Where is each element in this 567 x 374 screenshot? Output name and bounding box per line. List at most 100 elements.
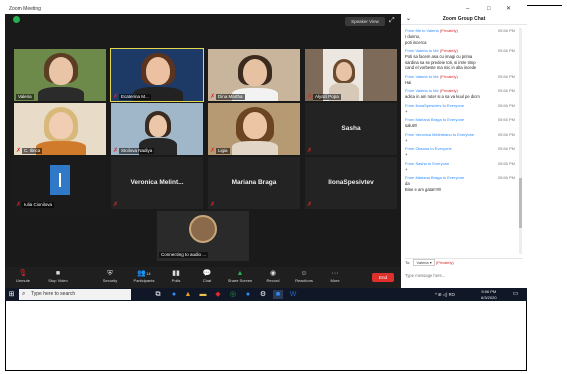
zoom-taskbar-icon[interactable]: ■ bbox=[273, 290, 283, 299]
polls-button[interactable]: ▮▮ Polls bbox=[159, 269, 193, 286]
muted-mic-icon: ✗ bbox=[113, 148, 119, 154]
video-tile[interactable]: ✗ Iulia Cionilova bbox=[14, 157, 106, 209]
participant-display-name: Veronica Melint... bbox=[130, 179, 184, 186]
muted-mic-icon: ✗ bbox=[16, 202, 22, 208]
chat-sender: From Mariana Braga to Everyone bbox=[405, 175, 465, 180]
chat-timestamp: 05:56 PM bbox=[497, 175, 515, 180]
chrome-icon[interactable]: ◎ bbox=[228, 290, 238, 299]
edge-icon[interactable]: ● bbox=[169, 290, 179, 299]
video-tile-no-video[interactable]: Veronica Melint... ✗ bbox=[111, 157, 203, 209]
fullscreen-icon[interactable]: ⤢ bbox=[389, 17, 397, 25]
security-button[interactable]: ⛨ Security bbox=[93, 269, 127, 286]
muted-mic-icon: ✗ bbox=[307, 94, 313, 100]
chat-message: From Me to Valeria (Privately) 05:56 PM I … bbox=[405, 28, 515, 45]
avatar bbox=[50, 165, 70, 195]
chat-panel: ⌄ Zoom Group Chat From Me to Valeria (Pr… bbox=[401, 14, 527, 288]
maximize-button[interactable]: □ bbox=[487, 5, 491, 14]
recipient-select[interactable]: Valeria ▾ bbox=[413, 259, 435, 266]
chat-message-header: From Mariana Braga to Everyone 05:56 PM bbox=[405, 117, 515, 123]
muted-mic-icon: ✗ bbox=[210, 148, 216, 154]
chat-timestamp: 05:56 PM bbox=[497, 146, 515, 151]
muted-mic-icon: ✗ bbox=[113, 202, 119, 208]
video-tile[interactable]: ✗ Ligia bbox=[208, 103, 300, 155]
participant-name: Ligia bbox=[216, 148, 230, 154]
person-face bbox=[243, 112, 267, 139]
chat-message-text: da Bine e am gata!!!!!!! bbox=[405, 181, 442, 192]
more-button[interactable]: ··· More bbox=[318, 269, 352, 286]
video-camera-icon: ■ bbox=[55, 270, 61, 277]
muted-mic-icon: ✗ bbox=[307, 148, 313, 154]
word-icon[interactable]: W bbox=[288, 290, 298, 299]
recipient-row: To: Valeria ▾ (Privately) bbox=[405, 258, 523, 266]
chat-message-text: I dunno, poti incerca bbox=[405, 34, 427, 45]
chat-timestamp: 05:56 PM bbox=[497, 48, 515, 53]
person-shirt bbox=[232, 141, 278, 155]
scrollbar-thumb[interactable] bbox=[519, 178, 522, 228]
video-tile-connecting[interactable]: Connecting to audio ... bbox=[157, 211, 249, 261]
video-tile-no-video[interactable]: IlonaSpesivtev ✗ bbox=[305, 157, 397, 209]
profile-picture bbox=[189, 215, 217, 243]
video-tile-no-video[interactable]: Mariana Braga ✗ bbox=[208, 157, 300, 209]
muted-mic-icon: ✗ bbox=[210, 94, 216, 100]
video-tile-no-video[interactable]: Sasha ✗ bbox=[305, 103, 397, 155]
chat-message-text: Poti sa facem asa cu imagi cu prima sard… bbox=[405, 54, 477, 70]
chat-privacy-tag: (Privately) bbox=[439, 88, 458, 93]
chat-sender: From Sasha to Everyone bbox=[405, 160, 450, 166]
participants-button[interactable]: 👥14 Participants bbox=[127, 269, 161, 286]
video-tile-active-speaker[interactable]: ✗ Ecaterina M... bbox=[110, 48, 204, 102]
chat-button[interactable]: 💬 Chat bbox=[190, 269, 224, 286]
window-title: Zoom Meeting bbox=[9, 6, 41, 12]
chat-timestamp: 05:56 PM bbox=[497, 28, 515, 33]
record-button[interactable]: ◉ Record bbox=[256, 269, 290, 286]
close-button[interactable]: ✕ bbox=[506, 5, 511, 14]
chat-messages: From Me to Valeria (Privately) 05:56 PM I … bbox=[405, 28, 515, 254]
chat-scrollbar[interactable] bbox=[519, 28, 522, 254]
polls-icon: ▮▮ bbox=[172, 270, 180, 277]
chat-timestamp: 05:56 PM bbox=[497, 117, 515, 122]
video-tile[interactable]: ✗ Stoilova Nadiya bbox=[111, 103, 203, 155]
outer-border-line bbox=[522, 5, 562, 6]
video-tile[interactable]: ✗ Alyazi Popa bbox=[305, 49, 397, 101]
title-bar: Zoom Meeting – □ ✕ bbox=[5, 5, 527, 14]
file-explorer-icon[interactable]: ▬ bbox=[198, 290, 208, 299]
app-icon[interactable]: ◆ bbox=[213, 290, 223, 299]
person-face bbox=[149, 115, 167, 137]
end-meeting-button[interactable]: End bbox=[372, 273, 394, 282]
taskbar-search-box[interactable]: ⌕ Type here to search bbox=[19, 289, 131, 300]
windows-start-icon[interactable]: ⊞ bbox=[7, 290, 16, 299]
chat-message-text: + bbox=[405, 137, 408, 143]
chat-message: From Valeria to Me (Privately) 05:56 PM Ha… bbox=[405, 74, 515, 86]
unmute-button[interactable]: 🎙 Unmute bbox=[6, 269, 40, 286]
participant-display-name: Mariana Braga bbox=[231, 179, 277, 186]
minimize-button[interactable]: – bbox=[466, 5, 469, 14]
speaker-view-button[interactable]: Speaker View bbox=[345, 17, 385, 26]
video-tile[interactable]: ✗ C. Ilinca bbox=[14, 103, 106, 155]
person-face bbox=[49, 57, 73, 85]
task-view-icon[interactable]: ⧉ bbox=[153, 290, 163, 299]
chat-message: From Oksana to Everyone 05:56 PM + bbox=[405, 146, 515, 158]
stop-video-button[interactable]: ■ Stop Video bbox=[41, 269, 75, 286]
chat-message: From Veronica Melinteanu to Everyone 05:5… bbox=[405, 132, 515, 144]
participant-name: Alyazi Popa bbox=[313, 94, 341, 100]
person-shirt bbox=[38, 87, 84, 101]
notification-icon[interactable]: ▭ bbox=[511, 290, 520, 299]
app-icon[interactable]: ● bbox=[243, 290, 253, 299]
video-tile[interactable]: Valeria bbox=[14, 49, 106, 101]
chat-message-header: From Mariana Braga to Everyone 05:56 PM bbox=[405, 175, 515, 181]
chat-message-input[interactable] bbox=[405, 268, 523, 282]
chat-message-header: From IlonaSpesivtev to Everyone 05:56 PM bbox=[405, 103, 515, 109]
settings-icon[interactable]: ⚙ bbox=[258, 290, 268, 299]
participant-name: Iulia Cionilova bbox=[22, 202, 55, 208]
vlc-icon[interactable]: ▲ bbox=[183, 290, 193, 299]
chevron-down-icon[interactable]: ⌄ bbox=[406, 14, 411, 25]
system-tray[interactable]: ^ ⊞ ◁) RO bbox=[435, 288, 455, 301]
reactions-button[interactable]: ☺ Reactions bbox=[287, 269, 321, 286]
person-face bbox=[243, 59, 267, 86]
video-tile[interactable]: ✗ Dina Martha bbox=[208, 49, 300, 101]
blank-area-border bbox=[5, 301, 527, 371]
participant-name: Connecting to audio ... bbox=[159, 252, 209, 258]
shield-icon bbox=[13, 16, 20, 23]
taskbar-clock[interactable]: 5:56 PM 6/3/2020 bbox=[481, 289, 497, 300]
share-screen-button[interactable]: ▲ Share Screen bbox=[221, 269, 259, 286]
participants-icon: 👥14 bbox=[137, 270, 151, 277]
